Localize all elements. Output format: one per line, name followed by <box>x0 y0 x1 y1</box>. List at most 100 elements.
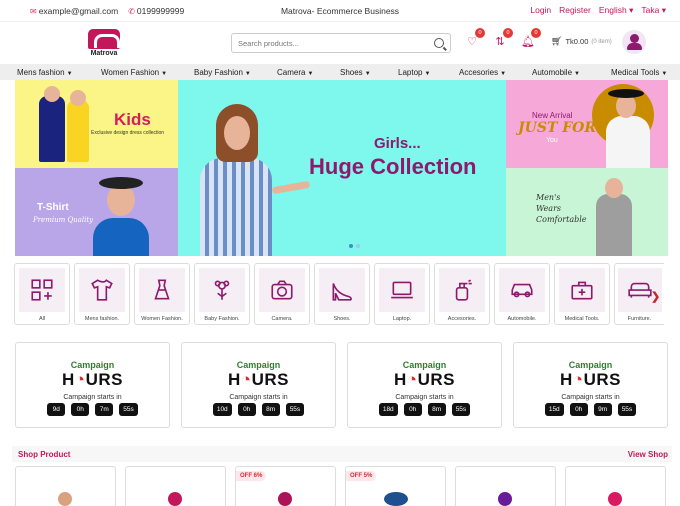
category-baby-fashion[interactable]: Baby Fashion. <box>194 263 250 325</box>
countdown-timer: 18d 0h 8m 55s <box>378 403 471 416</box>
campaign-card[interactable]: Campaign H◔URS Campaign starts in 15d 0h 9… <box>513 342 668 428</box>
cart-button[interactable]: 🛒︎ Tk0.00 (0 item) <box>551 36 612 47</box>
product-card[interactable] <box>125 466 226 506</box>
login-link[interactable]: Login <box>530 5 551 16</box>
logo-text: Matrova <box>90 50 118 57</box>
countdown-timer: 10d 0h 8m 55s <box>212 403 305 416</box>
hours-text: H <box>62 370 75 389</box>
notification-badge: 0 <box>531 28 541 38</box>
timer-minutes: 8m <box>427 403 446 416</box>
nav-label: Shoes <box>340 67 363 77</box>
timer-hours: 0h <box>237 403 256 416</box>
campaign-starts-label: Campaign starts in <box>229 394 288 401</box>
category-shoes[interactable]: Shoes. <box>314 263 370 325</box>
carousel-dot[interactable] <box>356 244 360 248</box>
cart-total: Tk0.00 <box>565 37 589 46</box>
kids-title: Kids <box>114 110 151 129</box>
timer-hours: 0h <box>71 403 90 416</box>
nav-baby-fashion[interactable]: Baby Fashion ▼ <box>194 68 251 77</box>
clock-icon: ◔ <box>74 370 86 389</box>
timer-seconds: 55s <box>119 403 138 416</box>
tshirt-icon <box>91 279 113 301</box>
category-medical-tools[interactable]: Medical Tools. <box>554 263 610 325</box>
tshirt-banner[interactable]: T-Shirt Premium Quality <box>15 168 178 256</box>
timer-days: 10d <box>212 403 232 416</box>
search-icon[interactable] <box>434 38 444 48</box>
category-camera[interactable]: Camera. <box>254 263 310 325</box>
wishlist-button[interactable]: ♡ 0 <box>465 28 485 48</box>
product-card[interactable]: OFF 6% <box>235 466 336 506</box>
hours-text: H <box>394 370 407 389</box>
clock-icon: ◔ <box>240 370 252 389</box>
campaign-card[interactable]: Campaign H◔URS Campaign starts in 18d 0h 8… <box>347 342 502 428</box>
caret-down-icon: ▼ <box>661 70 668 77</box>
clock-icon: ◔ <box>572 370 584 389</box>
nav-shoes[interactable]: Shoes ▼ <box>340 68 371 77</box>
email-text: example@gmail.com <box>38 5 119 16</box>
search-input[interactable] <box>238 38 434 48</box>
contact-info: ✉ example@gmail.com ✆ 0199999999 <box>30 6 184 16</box>
user-avatar[interactable] <box>622 30 646 54</box>
nav-label: Accesories <box>459 67 499 77</box>
product-card[interactable]: OFF 5% <box>345 466 446 506</box>
category-label: Furniture. <box>627 316 652 322</box>
category-women-fashion[interactable]: Women Fashion. <box>134 263 190 325</box>
discount-badge: OFF 6% <box>236 471 267 481</box>
register-link[interactable]: Register <box>559 5 591 16</box>
hours-text: URS <box>417 370 455 389</box>
product-image <box>384 492 408 506</box>
site-logo[interactable]: Matrova <box>86 29 122 57</box>
product-card[interactable] <box>455 466 556 506</box>
nav-medical-tools[interactable]: Medical Tools ▼ <box>611 68 667 77</box>
language-select[interactable]: English ▾ <box>599 5 634 16</box>
nav-automobile[interactable]: Automobile ▼ <box>532 68 580 77</box>
search-bar <box>231 33 451 53</box>
section-title: Shop Product <box>18 449 71 459</box>
campaign-card[interactable]: Campaign H◔URS Campaign starts in 9d 0h 7m… <box>15 342 170 428</box>
mens-wear-banner[interactable]: Men's Wears Comfortable <box>506 168 668 256</box>
nav-accesories[interactable]: Accesories ▼ <box>459 68 506 77</box>
new-arrival-banner[interactable]: New Arrival JUST FOR You <box>506 80 668 168</box>
flower-icon <box>214 280 230 300</box>
category-label: Laptop. <box>392 316 412 322</box>
nav-laptop[interactable]: Laptop ▼ <box>398 68 430 77</box>
product-card[interactable] <box>15 466 116 506</box>
phone-contact[interactable]: ✆ 0199999999 <box>128 6 184 16</box>
category-label: Women Fashion. <box>141 316 183 322</box>
category-laptop[interactable]: Laptop. <box>374 263 430 325</box>
nav-women-fashion[interactable]: Women Fashion ▼ <box>101 68 167 77</box>
campaign-card[interactable]: Campaign H◔URS Campaign starts in 10d 0h 8… <box>181 342 336 428</box>
girls-banner[interactable]: Girls... Huge Collection <box>178 80 506 256</box>
email-contact[interactable]: ✉ example@gmail.com <box>30 6 118 16</box>
medkit-icon <box>571 281 593 300</box>
carousel-dot-active[interactable] <box>349 244 353 248</box>
category-accesories[interactable]: Accesories. <box>434 263 490 325</box>
product-card[interactable] <box>565 466 666 506</box>
nav-camera[interactable]: Camera ▼ <box>277 68 313 77</box>
timer-days: 15d <box>544 403 564 416</box>
hat-shape <box>608 89 644 98</box>
hours-text: URS <box>85 370 123 389</box>
product-list: OFF 6% OFF 5% <box>15 466 666 506</box>
phone-text: 0199999999 <box>136 5 185 16</box>
currency-select[interactable]: Taka ▾ <box>641 5 666 16</box>
campaign-starts-label: Campaign starts in <box>63 394 122 401</box>
campaign-title: Campaign <box>70 360 115 370</box>
category-all[interactable]: All <box>14 263 70 325</box>
currency-label: Taka <box>641 5 660 15</box>
kids-banner[interactable]: Kids Exclusive design dress collection <box>15 80 178 168</box>
category-carousel: All Mens fashion. Women Fashion. Baby Fa… <box>14 263 664 326</box>
category-mens-fashion[interactable]: Mens fashion. <box>74 263 130 325</box>
carousel-next-icon[interactable]: ❯ <box>651 290 660 303</box>
compare-button[interactable]: ⇅ 0 <box>493 28 513 48</box>
caret-down-icon: ▼ <box>574 70 580 77</box>
notification-button[interactable]: 🔔︎ 0 <box>521 28 541 48</box>
nav-mens-fashion[interactable]: Mens fashion ▼ <box>17 68 73 77</box>
view-shop-link[interactable]: View Shop <box>628 450 668 459</box>
girls-subtitle: Huge Collection <box>309 154 477 179</box>
top-bar: ✉ example@gmail.com ✆ 0199999999 Matrova- … <box>0 0 680 22</box>
campaign-hours-logo: H◔URS <box>228 370 289 389</box>
man-figure <box>93 218 149 256</box>
category-automobile[interactable]: Automobile. <box>494 263 550 325</box>
timer-minutes: 7m <box>95 403 114 416</box>
